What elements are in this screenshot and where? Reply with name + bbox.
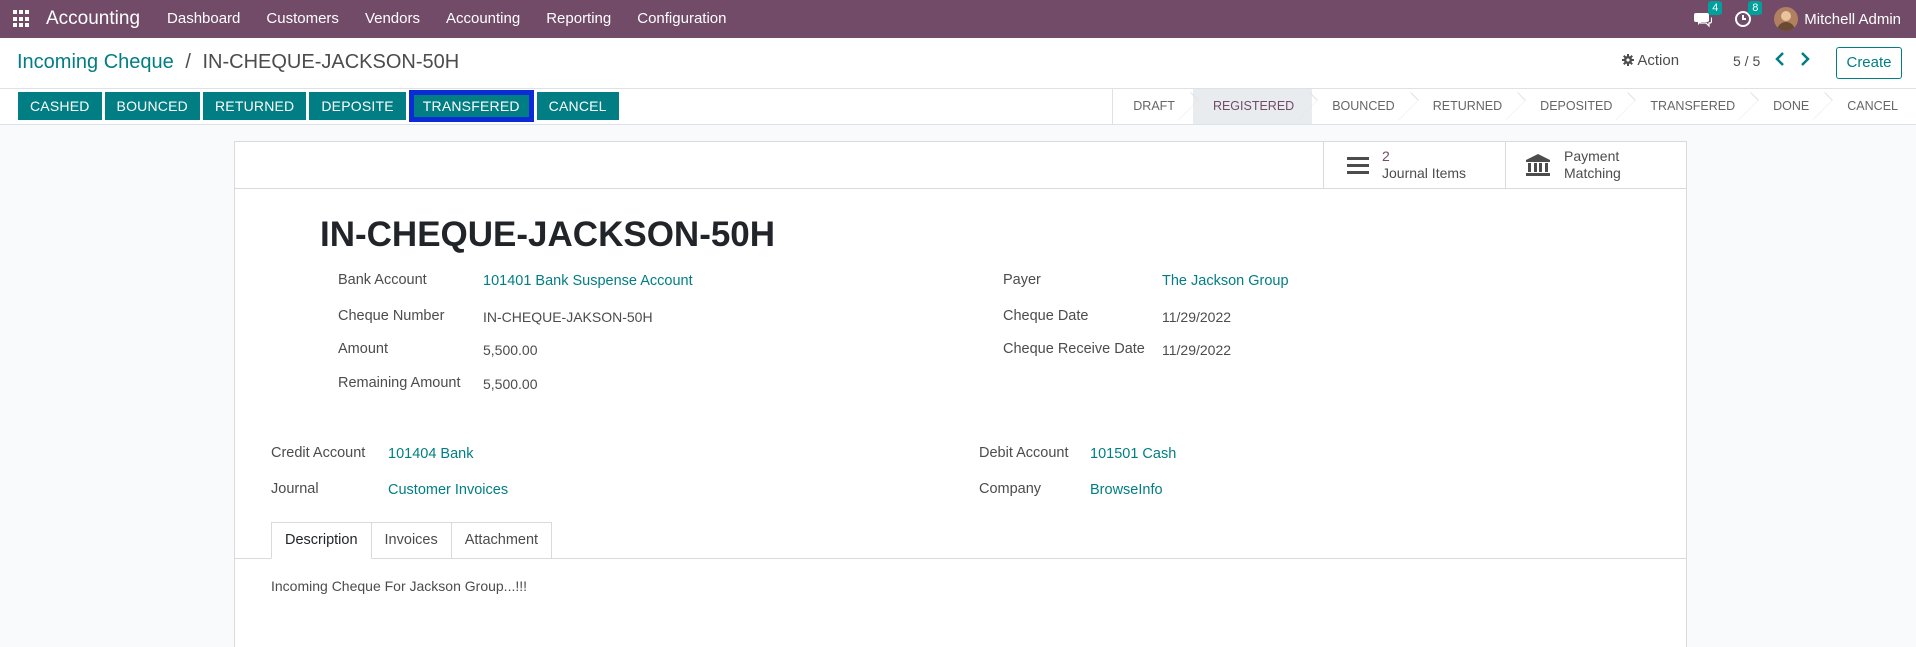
stage-cancel[interactable]: CANCEL bbox=[1827, 89, 1916, 124]
status-bar: CASHED BOUNCED RETURNED DEPOSITE TRANSFE… bbox=[0, 89, 1916, 125]
bank-account-link[interactable]: 101401 Bank Suspense Account bbox=[483, 273, 693, 289]
remaining-amount-label: Remaining Amount bbox=[338, 375, 461, 391]
payer-link[interactable]: The Jackson Group bbox=[1162, 273, 1289, 289]
cheque-date-label: Cheque Date bbox=[1003, 308, 1089, 324]
action-menu-button[interactable]: Action bbox=[1622, 52, 1679, 69]
cashed-button[interactable]: CASHED bbox=[18, 92, 102, 120]
cheque-date-value: 11/29/2022 bbox=[1162, 309, 1232, 325]
payer-label: Payer bbox=[1003, 272, 1041, 288]
stage-done[interactable]: DONE bbox=[1753, 89, 1827, 124]
deposite-button[interactable]: DEPOSITE bbox=[309, 92, 406, 120]
breadcrumb-current: IN-CHEQUE-JACKSON-50H bbox=[202, 51, 460, 73]
pager-value[interactable]: 5 / 5 bbox=[1733, 53, 1760, 69]
create-button[interactable]: Create bbox=[1836, 47, 1902, 79]
journal-items-label: Journal Items bbox=[1382, 165, 1467, 181]
debit-account-link[interactable]: 101501 Cash bbox=[1090, 446, 1176, 462]
credit-account-label: Credit Account bbox=[271, 445, 366, 461]
stage-deposited[interactable]: DEPOSITED bbox=[1520, 89, 1630, 124]
journal-items-button[interactable]: 2 Journal Items bbox=[1323, 142, 1505, 188]
activities-count-badge: 8 bbox=[1748, 1, 1763, 15]
company-label: Company bbox=[979, 481, 1042, 497]
notebook-tabs: Description Invoices Attachment bbox=[271, 522, 553, 559]
user-menu[interactable]: Mitchell Admin bbox=[1804, 11, 1901, 28]
remaining-amount-value: 5,500.00 bbox=[483, 376, 538, 392]
chevron-left-icon bbox=[1775, 52, 1784, 66]
stage-transfered[interactable]: TRANSFERED bbox=[1630, 89, 1753, 124]
action-label: Action bbox=[1637, 52, 1680, 69]
tab-invoices[interactable]: Invoices bbox=[371, 522, 452, 559]
stage-bounced[interactable]: BOUNCED bbox=[1312, 89, 1413, 124]
debit-account-label: Debit Account bbox=[979, 445, 1069, 461]
bank-account-label: Bank Account bbox=[338, 272, 427, 288]
avatar[interactable] bbox=[1774, 7, 1799, 31]
pager-previous-button[interactable] bbox=[1771, 49, 1791, 69]
menu-vendors[interactable]: Vendors bbox=[352, 0, 433, 38]
menu-customers[interactable]: Customers bbox=[253, 0, 352, 38]
menu-reporting[interactable]: Reporting bbox=[533, 0, 624, 38]
stage-draft[interactable]: DRAFT bbox=[1113, 89, 1193, 124]
breadcrumb: Incoming Cheque / IN-CHEQUE-JACKSON-50H bbox=[17, 51, 459, 74]
transfered-button[interactable]: TRANSFERED bbox=[410, 92, 532, 120]
record-title: IN-CHEQUE-JACKSON-50H bbox=[320, 215, 776, 254]
form-sheet: 2 Journal Items Payment Matching IN-CHEQ… bbox=[234, 141, 1687, 647]
top-navbar: Accounting Dashboard Customers Vendors A… bbox=[0, 0, 1916, 38]
pager-next-button[interactable] bbox=[1794, 49, 1814, 69]
cheque-receive-date-value: 11/29/2022 bbox=[1162, 342, 1232, 358]
breadcrumb-separator: / bbox=[185, 51, 191, 73]
returned-button[interactable]: RETURNED bbox=[202, 92, 307, 120]
cheque-number-value: IN-CHEQUE-JAKSON-50H bbox=[483, 309, 653, 325]
menu-configuration[interactable]: Configuration bbox=[624, 0, 739, 38]
control-panel: Incoming Cheque / IN-CHEQUE-JACKSON-50H … bbox=[0, 38, 1916, 89]
payment-matching-line2: Matching bbox=[1564, 165, 1621, 181]
payment-matching-button[interactable]: Payment Matching bbox=[1505, 142, 1686, 188]
stage-returned[interactable]: RETURNED bbox=[1413, 89, 1520, 124]
messages-button[interactable]: 4 bbox=[1694, 1, 1723, 28]
payment-matching-line1: Payment bbox=[1564, 148, 1620, 164]
bank-icon bbox=[1526, 154, 1550, 176]
activities-button[interactable]: 8 bbox=[1734, 1, 1763, 28]
cheque-number-label: Cheque Number bbox=[338, 308, 445, 324]
list-icon bbox=[1347, 157, 1369, 174]
smart-button-box: 2 Journal Items Payment Matching bbox=[235, 142, 1686, 189]
amount-label: Amount bbox=[338, 341, 388, 357]
chevron-right-icon bbox=[1801, 52, 1810, 66]
journal-label: Journal bbox=[271, 481, 319, 497]
amount-value: 5,500.00 bbox=[483, 342, 538, 358]
tab-description[interactable]: Description bbox=[271, 522, 372, 559]
credit-account-link[interactable]: 101404 Bank bbox=[388, 446, 473, 462]
description-text: Incoming Cheque For Jackson Group...!!! bbox=[271, 578, 528, 594]
menu-accounting[interactable]: Accounting bbox=[433, 0, 533, 38]
stage-pipeline: DRAFT REGISTERED BOUNCED RETURNED DEPOSI… bbox=[1112, 89, 1916, 124]
messages-count-badge: 4 bbox=[1708, 1, 1723, 15]
cancel-button[interactable]: CANCEL bbox=[536, 92, 619, 120]
menu-dashboard[interactable]: Dashboard bbox=[154, 0, 253, 38]
cheque-receive-date-label: Cheque Receive Date bbox=[1003, 341, 1145, 357]
stage-registered[interactable]: REGISTERED bbox=[1192, 89, 1313, 124]
breadcrumb-parent-link[interactable]: Incoming Cheque bbox=[17, 51, 174, 73]
apps-menu-icon[interactable] bbox=[13, 10, 31, 28]
journal-link[interactable]: Customer Invoices bbox=[388, 482, 508, 498]
app-name[interactable]: Accounting bbox=[46, 8, 140, 30]
gear-icon bbox=[1622, 54, 1634, 66]
journal-items-count: 2 bbox=[1382, 148, 1390, 164]
company-link[interactable]: BrowseInfo bbox=[1090, 482, 1163, 498]
tab-attachment[interactable]: Attachment bbox=[451, 522, 553, 559]
bounced-button[interactable]: BOUNCED bbox=[104, 92, 200, 120]
